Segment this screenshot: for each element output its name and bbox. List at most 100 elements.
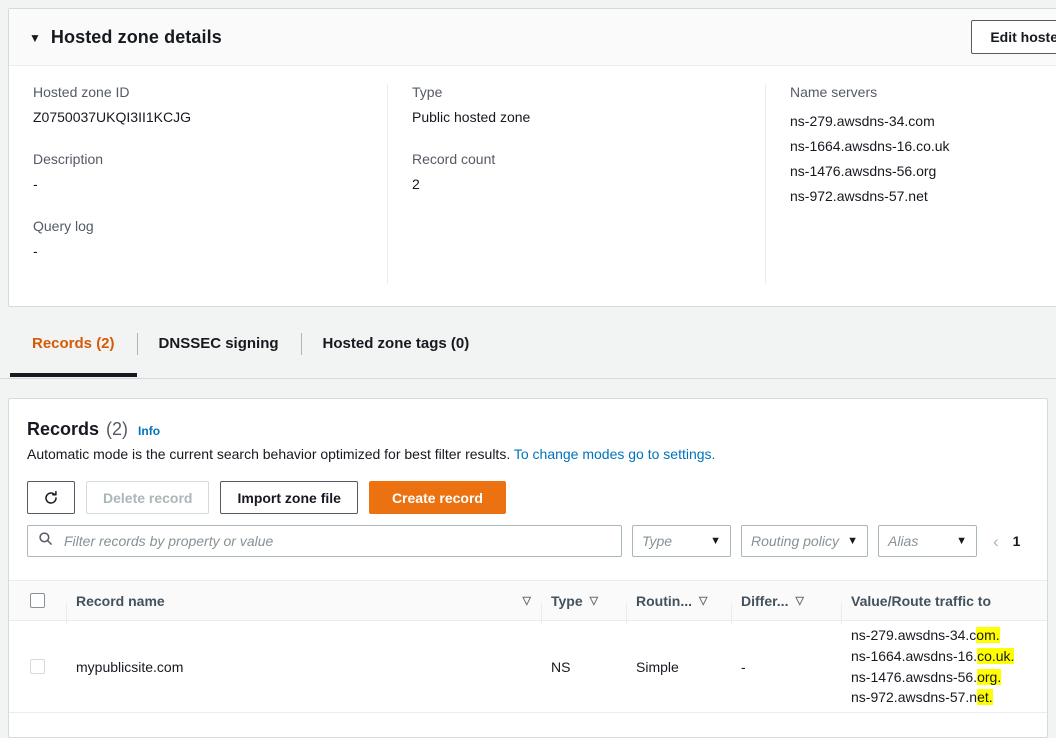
description-value: - [33, 175, 38, 192]
header-routing-policy[interactable]: Routin... ▽ [626, 592, 731, 624]
value-line-highlighted-text: co.uk. [977, 647, 1015, 664]
delete-record-button[interactable]: Delete record [86, 481, 210, 514]
header-differentiator[interactable]: Differ... ▽ [731, 592, 841, 624]
header-record-name-label: Record name [76, 592, 165, 609]
type-label: Type [412, 84, 443, 100]
header-record-name[interactable]: Record name ▽ [66, 592, 541, 624]
value-line: ns-279.awsdns-34.com. [851, 625, 1014, 646]
value-line-text: ns-1476.awsdns-56. [851, 668, 978, 685]
tab-bar: Records (2) DNSSEC signing Hosted zone t… [0, 326, 1056, 379]
chevron-down-icon: ▼ [956, 535, 967, 547]
alias-filter-select[interactable]: Alias ▼ [878, 525, 977, 557]
record-count-label: Record count [412, 150, 496, 167]
refresh-icon [43, 490, 59, 506]
hosted-zone-id-value: Z0750037UKQI3II1KCJG [33, 109, 191, 125]
tab-dnssec-signing[interactable]: DNSSEC signing [136, 326, 301, 377]
records-title: Records [27, 419, 100, 439]
search-box[interactable] [27, 525, 622, 557]
query-log-value: - [33, 242, 38, 259]
header-type[interactable]: Type ▽ [541, 592, 626, 624]
records-subtitle-text: Automatic mode is the current search beh… [27, 446, 511, 462]
collapse-caret-icon[interactable]: ▼ [29, 32, 41, 44]
description-label: Description [33, 150, 104, 167]
value-line-highlighted-text: org. [977, 668, 1002, 685]
records-table: Record name ▽ Type ▽ Routin... ▽ Differ.… [9, 580, 1047, 713]
chevron-down-icon: ▼ [847, 535, 858, 547]
cell-differentiator: - [741, 658, 746, 675]
details-column-middle: Type Public hosted zone Record count 2 [387, 84, 765, 285]
cell-type: NS [551, 658, 571, 675]
details-header: ▼ Hosted zone details Edit hoste [9, 9, 1056, 66]
sort-caret-icon: ▽ [795, 595, 804, 607]
row-select-cell [9, 659, 66, 674]
value-line-text: ns-279.awsdns-34.c [851, 627, 977, 644]
hosted-zone-id-label: Hosted zone ID [33, 84, 130, 100]
create-record-button[interactable]: Create record [368, 481, 506, 514]
value-line: ns-972.awsdns-57.net. [851, 687, 1014, 708]
alias-filter-label: Alias [888, 533, 919, 549]
import-zone-file-button[interactable]: Import zone file [220, 481, 358, 514]
cell-record-name: mypublicsite.com [76, 658, 184, 675]
value-line-text: ns-972.awsdns-57.n [851, 689, 978, 706]
name-server-item: ns-1664.awsdns-16.co.uk [790, 137, 950, 154]
name-servers-label: Name servers [790, 84, 878, 100]
query-log-label: Query log [33, 217, 94, 234]
tab-records[interactable]: Records (2) [10, 326, 137, 377]
search-icon [38, 531, 53, 551]
search-input[interactable] [62, 532, 611, 550]
table-header-row: Record name ▽ Type ▽ Routin... ▽ Differ.… [9, 580, 1047, 624]
chevron-down-icon: ▼ [710, 535, 721, 547]
records-card: Records (2) Info Automatic mode is the c… [8, 398, 1048, 738]
value-line: ns-1476.awsdns-56.org. [851, 667, 1014, 688]
records-subtitle: Automatic mode is the current search beh… [27, 446, 1029, 462]
pagination-page-1[interactable]: 1 [1013, 533, 1021, 549]
details-column-left: Hosted zone ID Z0750037UKQI3II1KCJG Desc… [9, 84, 387, 284]
value-line-highlighted-text: et. [977, 689, 993, 706]
page-title: Hosted zone details [50, 26, 222, 47]
details-column-right: Name servers ns-279.awsdns-34.com ns-166… [765, 84, 1056, 285]
header-differentiator-label: Differ... [741, 592, 789, 609]
hosted-zone-details-card: ▼ Hosted zone details Edit hoste Hosted … [8, 8, 1056, 308]
select-all-header-cell [9, 593, 66, 608]
type-filter-select[interactable]: Type ▼ [632, 525, 731, 557]
header-routing-policy-label: Routin... [636, 592, 692, 609]
info-link[interactable]: Info [138, 424, 160, 438]
cell-routing-policy: Simple [636, 658, 679, 675]
pagination: ‹ 1 [987, 533, 1020, 550]
records-filter-row: Type ▼ Routing policy ▼ Alias ▼ ‹ 1 [9, 514, 1047, 557]
select-all-checkbox[interactable] [30, 593, 45, 608]
value-line-text: ns-1664.awsdns-16. [851, 647, 978, 664]
type-value: Public hosted zone [412, 109, 531, 125]
details-body: Hosted zone ID Z0750037UKQI3II1KCJG Desc… [9, 66, 1056, 306]
records-action-buttons: Delete record Import zone file Create re… [9, 462, 1047, 514]
type-filter-label: Type [642, 533, 673, 549]
refresh-button[interactable] [27, 481, 75, 514]
value-line-highlighted-text: om. [976, 627, 1000, 644]
sort-caret-icon: ▽ [699, 595, 708, 607]
records-title-row: Records (2) Info [27, 419, 1029, 440]
header-type-label: Type [551, 592, 583, 609]
header-value-route-traffic-label: Value/Route traffic to [851, 592, 992, 609]
name-servers-list: ns-279.awsdns-34.com ns-1664.awsdns-16.c… [790, 109, 1056, 209]
sort-caret-icon: ▽ [589, 595, 599, 607]
routing-policy-filter-label: Routing policy [751, 533, 839, 549]
value-lines: ns-279.awsdns-34.com. ns-1664.awsdns-16.c… [851, 625, 1015, 708]
change-modes-link[interactable]: To change modes go to settings. [514, 446, 716, 462]
cell-value-route-traffic: ns-279.awsdns-34.com. ns-1664.awsdns-16.c… [841, 625, 1047, 708]
record-count-value: 2 [412, 175, 420, 192]
details-header-left: ▼ Hosted zone details [29, 27, 222, 48]
table-row[interactable]: mypublicsite.com NS Simple - ns-279.awsd… [9, 621, 1047, 713]
routing-policy-filter-select[interactable]: Routing policy ▼ [741, 525, 868, 557]
name-server-item: ns-972.awsdns-57.net [790, 187, 928, 204]
tab-hosted-zone-tags[interactable]: Hosted zone tags (0) [300, 326, 492, 377]
records-count: (2) [106, 419, 129, 439]
row-checkbox[interactable] [30, 659, 45, 674]
records-header: Records (2) Info Automatic mode is the c… [9, 399, 1047, 462]
edit-hosted-zone-button[interactable]: Edit hoste [971, 20, 1056, 54]
value-line: ns-1664.awsdns-16.co.uk. [851, 646, 1015, 667]
name-server-item: ns-279.awsdns-34.com [790, 113, 935, 129]
sort-caret-icon: ▽ [522, 595, 531, 607]
header-value-route-traffic: Value/Route traffic to [841, 592, 1047, 624]
pagination-previous-icon[interactable]: ‹ [993, 533, 999, 550]
name-server-item: ns-1476.awsdns-56.org [790, 162, 937, 179]
